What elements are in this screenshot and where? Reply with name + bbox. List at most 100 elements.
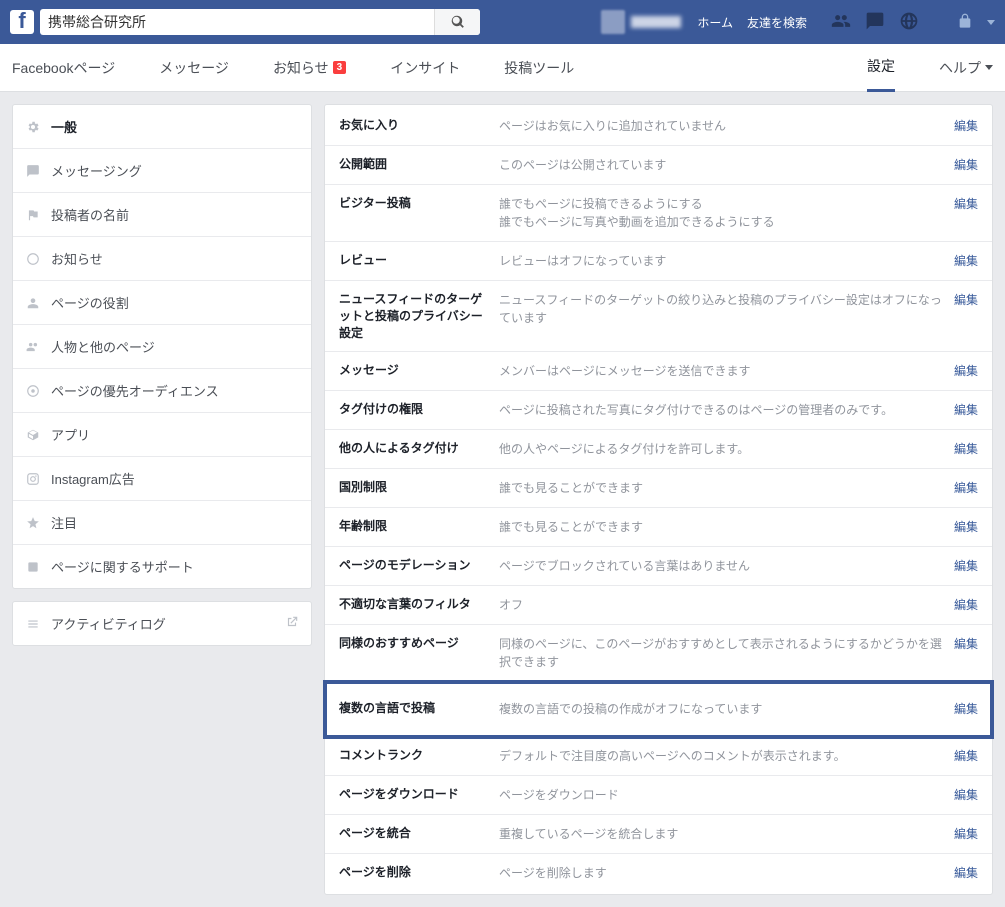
search-box <box>40 9 480 35</box>
settings-row-label: レビュー <box>339 252 499 269</box>
search-input[interactable] <box>40 14 434 30</box>
sidebar-item-support[interactable]: ページに関するサポート <box>13 545 311 588</box>
sidebar-panel: 一般 メッセージング 投稿者の名前 お知らせ ページの役割 人物と他のページ <box>12 104 312 589</box>
edit-link[interactable]: 編集 <box>954 635 978 652</box>
fb-logo[interactable]: f <box>10 10 34 34</box>
settings-row-desc: このページは公開されています <box>499 156 942 174</box>
settings-row: 年齢制限誰でも見ることができます編集 <box>325 508 992 547</box>
settings-row-desc: ニュースフィードのターゲットの絞り込みと投稿のプライバシー設定はオフになっていま… <box>499 291 942 327</box>
search-button[interactable] <box>434 9 480 35</box>
nav-insight[interactable]: インサイト <box>390 58 460 78</box>
settings-row: ビジター投稿誰でもページに投稿できるようにする 誰でもページに写真や動画を追加で… <box>325 185 992 242</box>
person-icon <box>25 295 41 311</box>
sidebar-item-label: メッセージング <box>51 161 142 180</box>
edit-link[interactable]: 編集 <box>954 117 978 134</box>
settings-row: 複数の言語で投稿複数の言語での投稿の作成がオフになっています編集 <box>325 682 992 737</box>
friend-requests-icon[interactable] <box>831 11 851 34</box>
settings-row-desc: ページはお気に入りに追加されていません <box>499 117 942 135</box>
sidebar-item-label: 一般 <box>51 117 77 136</box>
settings-row: ページを統合重複しているページを統合します編集 <box>325 815 992 854</box>
edit-link[interactable]: 編集 <box>954 786 978 803</box>
edit-link[interactable]: 編集 <box>954 401 978 418</box>
settings-row-label: 他の人によるタグ付け <box>339 440 499 457</box>
settings-row-desc: オフ <box>499 596 942 614</box>
nav-settings[interactable]: 設定 <box>867 44 895 92</box>
sidebar-item-apps[interactable]: アプリ <box>13 413 311 457</box>
edit-link[interactable]: 編集 <box>954 291 978 308</box>
sidebar-item-label: 注目 <box>51 513 77 532</box>
settings-row-desc: ページを削除します <box>499 864 942 882</box>
nav-help[interactable]: ヘルプ <box>939 58 993 78</box>
sidebar-item-page-roles[interactable]: ページの役割 <box>13 281 311 325</box>
edit-link[interactable]: 編集 <box>954 557 978 574</box>
edit-link[interactable]: 編集 <box>954 596 978 613</box>
settings-row-label: ビジター投稿 <box>339 195 499 212</box>
sidebar-item-post-attribution[interactable]: 投稿者の名前 <box>13 193 311 237</box>
sidebar-item-label: Instagram広告 <box>51 469 135 488</box>
support-icon <box>25 559 41 575</box>
settings-row-label: 国別制限 <box>339 479 499 496</box>
sidebar-item-instagram[interactable]: Instagram広告 <box>13 457 311 501</box>
settings-row: お気に入りページはお気に入りに追加されていません編集 <box>325 107 992 146</box>
nav-messages[interactable]: メッセージ <box>159 58 229 78</box>
topbar: f ホーム 友達を検索 <box>0 0 1005 44</box>
edit-link[interactable]: 編集 <box>954 479 978 496</box>
settings-row-label: コメントランク <box>339 747 499 764</box>
settings-row-desc: 他の人やページによるタグ付けを許可します。 <box>499 440 942 458</box>
settings-row: 国別制限誰でも見ることができます編集 <box>325 469 992 508</box>
nav-page[interactable]: Facebookページ <box>12 58 115 78</box>
settings-row-label: 公開範囲 <box>339 156 499 173</box>
activity-panel: アクティビティログ <box>12 601 312 646</box>
messages-icon[interactable] <box>865 11 885 34</box>
settings-row-desc: メンバーはページにメッセージを送信できます <box>499 362 942 380</box>
sidebar-item-label: アクティビティログ <box>51 614 166 633</box>
gear-icon <box>25 119 41 135</box>
edit-link[interactable]: 編集 <box>954 864 978 881</box>
settings-row: 同様のおすすめページ同様のページに、このページがおすすめとして表示されるようにす… <box>325 625 992 682</box>
sidebar-item-preferred-audience[interactable]: ページの優先オーディエンス <box>13 369 311 413</box>
edit-link[interactable]: 編集 <box>954 440 978 457</box>
settings-list: お気に入りページはお気に入りに追加されていません編集公開範囲このページは公開され… <box>324 104 993 895</box>
avatar[interactable] <box>601 10 625 34</box>
globe-icon[interactable] <box>899 11 919 34</box>
settings-row-label: お気に入り <box>339 117 499 134</box>
edit-link[interactable]: 編集 <box>954 747 978 764</box>
sidebar-item-people-pages[interactable]: 人物と他のページ <box>13 325 311 369</box>
nav-posttool[interactable]: 投稿ツール <box>504 58 574 78</box>
username[interactable] <box>631 16 681 28</box>
settings-row: ページをダウンロードページをダウンロード編集 <box>325 776 992 815</box>
sidebar-item-label: 投稿者の名前 <box>51 205 129 224</box>
settings-row: 不適切な言葉のフィルタオフ編集 <box>325 586 992 625</box>
find-friends-link[interactable]: 友達を検索 <box>747 14 807 31</box>
edit-link[interactable]: 編集 <box>954 362 978 379</box>
sidebar-item-notifications[interactable]: お知らせ <box>13 237 311 281</box>
instagram-icon <box>25 471 41 487</box>
settings-row-desc: 誰でも見ることができます <box>499 479 942 497</box>
sidebar-item-messaging[interactable]: メッセージング <box>13 149 311 193</box>
account-menu-caret[interactable] <box>987 20 995 25</box>
edit-link[interactable]: 編集 <box>954 700 978 717</box>
edit-link[interactable]: 編集 <box>954 156 978 173</box>
settings-row-label: ニュースフィードのターゲットと投稿のプライバシー設定 <box>339 291 499 341</box>
sidebar-item-label: アプリ <box>51 425 90 444</box>
settings-row-desc: 重複しているページを統合します <box>499 825 942 843</box>
lock-icon[interactable] <box>957 13 973 32</box>
target-icon <box>25 383 41 399</box>
external-icon <box>285 615 299 632</box>
home-link[interactable]: ホーム <box>697 14 733 31</box>
settings-row-label: タグ付けの権限 <box>339 401 499 418</box>
sidebar-item-general[interactable]: 一般 <box>13 105 311 149</box>
notice-badge: 3 <box>333 61 347 74</box>
search-icon <box>451 15 465 29</box>
edit-link[interactable]: 編集 <box>954 518 978 535</box>
sidebar-item-featured[interactable]: 注目 <box>13 501 311 545</box>
sidebar-item-activity-log[interactable]: アクティビティログ <box>13 602 311 645</box>
nav-notice[interactable]: お知らせ3 <box>273 58 346 78</box>
settings-row: メッセージメンバーはページにメッセージを送信できます編集 <box>325 352 992 391</box>
flag-icon <box>25 207 41 223</box>
edit-link[interactable]: 編集 <box>954 195 978 212</box>
sidebar-item-label: 人物と他のページ <box>51 337 155 356</box>
edit-link[interactable]: 編集 <box>954 252 978 269</box>
box-icon <box>25 427 41 443</box>
page-nav: Facebookページ メッセージ お知らせ3 インサイト 投稿ツール 設定 ヘ… <box>0 44 1005 92</box>
